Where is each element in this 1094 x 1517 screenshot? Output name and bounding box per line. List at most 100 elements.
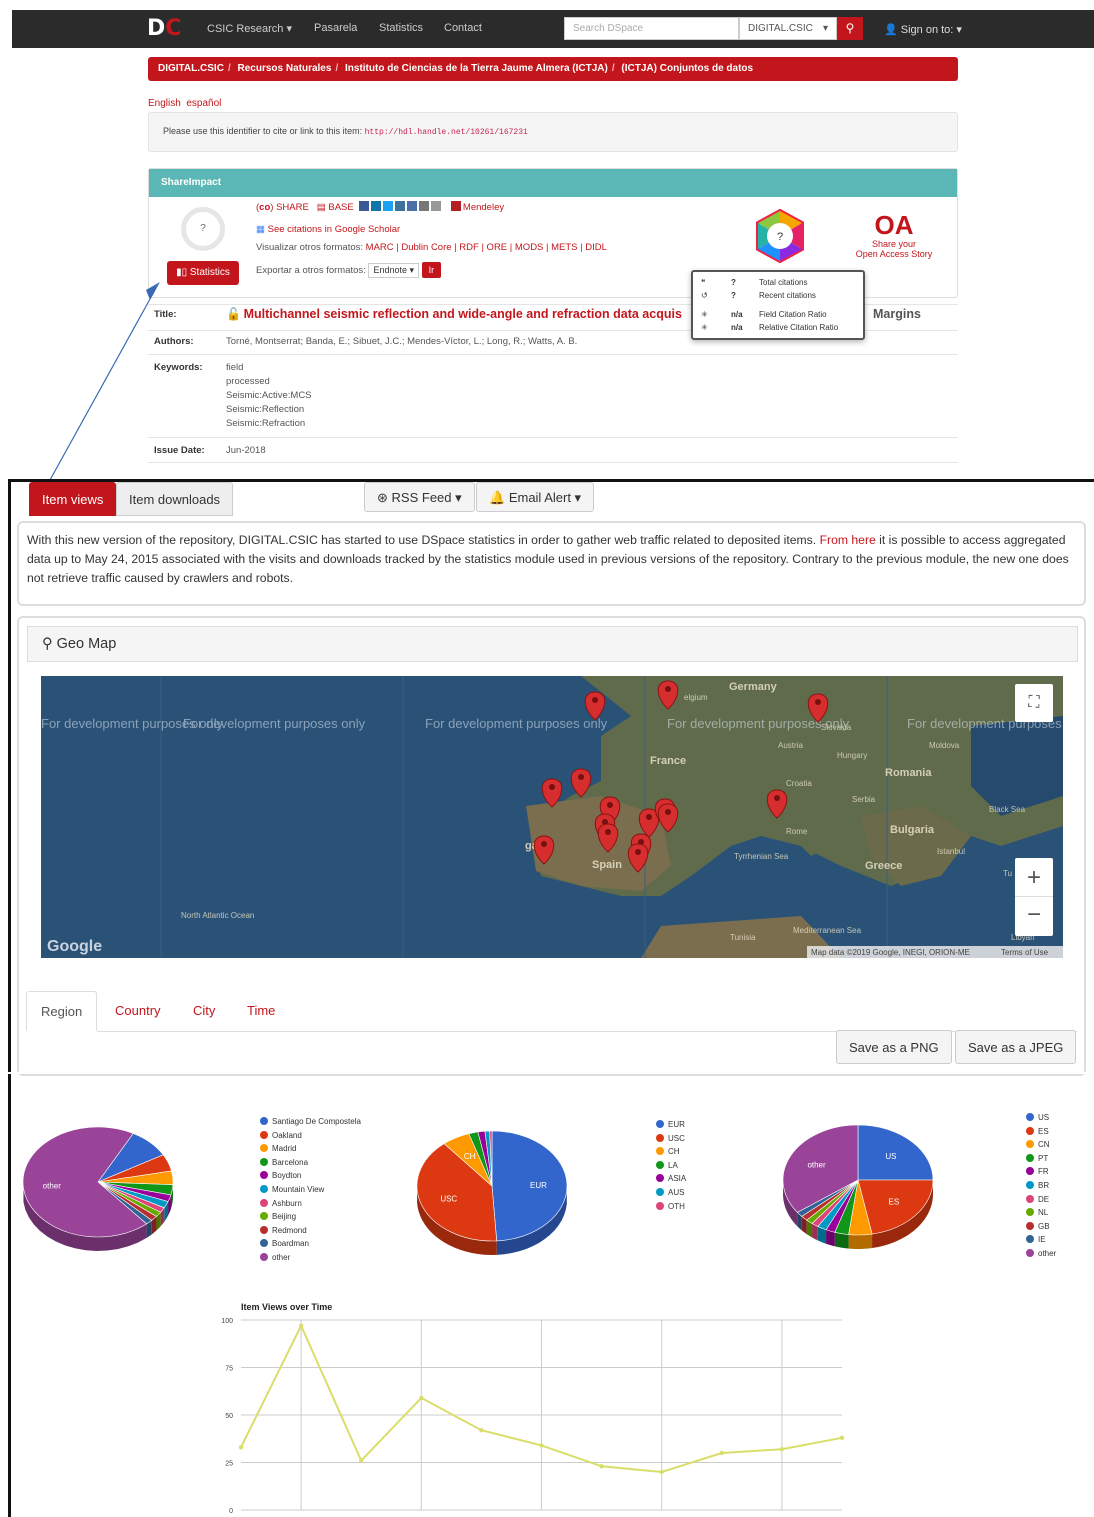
- nav-contact[interactable]: Contact: [444, 22, 482, 34]
- data-point[interactable]: [719, 1450, 724, 1456]
- altmetric-score[interactable]: ?: [181, 207, 225, 251]
- lang-english[interactable]: English: [148, 98, 181, 109]
- legend-item[interactable]: DE: [1026, 1193, 1056, 1207]
- network-icon: ✳: [701, 323, 708, 332]
- share-icon[interactable]: [407, 201, 417, 211]
- search-button[interactable]: ⚲: [837, 17, 863, 40]
- twitter-icon[interactable]: [383, 201, 393, 211]
- email-alert-button[interactable]: 🔔 Email Alert ▾: [476, 482, 595, 512]
- legend-item[interactable]: CN: [1026, 1138, 1056, 1152]
- legend-item[interactable]: Mountain View: [260, 1183, 361, 1197]
- legend-item[interactable]: BR: [1026, 1179, 1056, 1193]
- save-jpeg-button[interactable]: Save as a JPEG: [955, 1030, 1077, 1064]
- data-point[interactable]: [298, 1323, 304, 1328]
- legend-item[interactable]: Redmond: [260, 1224, 361, 1238]
- legend-item[interactable]: Oakland: [260, 1129, 361, 1143]
- data-point[interactable]: [238, 1445, 244, 1450]
- legend-item[interactable]: GB: [1026, 1220, 1056, 1234]
- nav-pasarela[interactable]: Pasarela: [314, 22, 357, 34]
- handle-label: Please use this identifier to cite or li…: [163, 126, 363, 136]
- map-credit: Map data ©2019 Google, INEGI, ORION-ME: [811, 948, 970, 957]
- legend-item[interactable]: LA: [656, 1159, 686, 1173]
- open-access-story[interactable]: OA Share your Open Access Story: [844, 211, 944, 259]
- legend-item[interactable]: other: [1026, 1247, 1056, 1261]
- rss-feed-button[interactable]: ⊛ RSS Feed ▾: [364, 482, 475, 512]
- legend-item[interactable]: EUR: [656, 1118, 686, 1132]
- legend-item[interactable]: AUS: [656, 1186, 686, 1200]
- legend-item[interactable]: NL: [1026, 1206, 1056, 1220]
- legend-item[interactable]: OTH: [656, 1200, 686, 1214]
- annotation-arrow: [49, 282, 160, 481]
- nav-csic-research[interactable]: CSIC Research ▾: [207, 22, 292, 35]
- base-link[interactable]: ▤ BASE: [317, 202, 354, 213]
- search-input[interactable]: Search DSpace: [564, 17, 739, 40]
- fullscreen-icon[interactable]: ⛶: [1015, 684, 1053, 722]
- legend-item[interactable]: other: [260, 1251, 361, 1265]
- subtab-region[interactable]: Region: [26, 991, 97, 1031]
- legend-item[interactable]: Boardman: [260, 1237, 361, 1251]
- data-point[interactable]: [599, 1464, 604, 1469]
- search-scope-select[interactable]: DIGITAL.CSIC ▾: [739, 17, 837, 40]
- item-title[interactable]: Multichannel seismic reflection and wide…: [244, 307, 682, 321]
- share-icon[interactable]: [395, 201, 405, 211]
- share-link[interactable]: (co) SHARE: [256, 202, 309, 213]
- authors-list[interactable]: Torné, Montserrat; Banda, E.; Sibuet, J.…: [226, 336, 577, 347]
- legend-item[interactable]: Ashburn: [260, 1197, 361, 1211]
- formats-links[interactable]: MARC | Dublin Core | RDF | ORE | MODS | …: [366, 242, 607, 253]
- mendeley-link[interactable]: Mendeley: [450, 201, 504, 213]
- tab-item-views[interactable]: Item views: [29, 482, 117, 516]
- country-pie-chart: US ES other: [782, 1124, 934, 1249]
- share-icon[interactable]: [419, 201, 429, 211]
- share-icon[interactable]: [431, 201, 441, 211]
- from-here-link[interactable]: From here: [820, 533, 876, 547]
- legend-item[interactable]: FR: [1026, 1165, 1056, 1179]
- dimensions-badge[interactable]: ?: [753, 209, 807, 263]
- legend-item[interactable]: USC: [656, 1132, 686, 1146]
- export-go-button[interactable]: Ir: [421, 262, 442, 278]
- handle-url[interactable]: http://hdl.handle.net/10261/167231: [365, 128, 528, 137]
- lang-spanish[interactable]: español: [186, 98, 221, 109]
- data-point[interactable]: [839, 1435, 845, 1440]
- tab-item-downloads[interactable]: Item downloads: [116, 482, 234, 516]
- pie-slice-side: [834, 1232, 849, 1249]
- legend-item[interactable]: ES: [1026, 1125, 1056, 1139]
- map-label: Tunisia: [730, 933, 756, 942]
- breadcrumb-item[interactable]: Instituto de Ciencias de la Tierra Jaume…: [345, 63, 608, 74]
- legend-item[interactable]: Boydton: [260, 1169, 361, 1183]
- map-label: Rome: [786, 827, 808, 836]
- export-format-select[interactable]: Endnote ▾: [368, 263, 420, 278]
- breadcrumb-item[interactable]: (ICTJA) Conjuntos de datos: [621, 63, 753, 74]
- data-point[interactable]: [479, 1428, 484, 1433]
- save-png-button[interactable]: Save as a PNG: [836, 1030, 952, 1064]
- google-scholar-link[interactable]: ▦ See citations in Google Scholar: [256, 224, 400, 235]
- legend-item[interactable]: IE: [1026, 1233, 1056, 1247]
- facebook-icon[interactable]: [359, 201, 369, 211]
- legend-item[interactable]: Barcelona: [260, 1156, 361, 1170]
- zoom-out-icon[interactable]: −: [1015, 897, 1053, 936]
- keyword: Seismic:Active:MCS: [226, 390, 312, 401]
- nav-statistics[interactable]: Statistics: [379, 22, 423, 34]
- subtab-country[interactable]: Country: [101, 991, 175, 1031]
- legend-item[interactable]: PT: [1026, 1152, 1056, 1166]
- map-terms-link[interactable]: Terms of Use: [1001, 948, 1049, 957]
- data-point[interactable]: [419, 1395, 424, 1401]
- legend-item[interactable]: ASIA: [656, 1172, 686, 1186]
- digital-csic-logo[interactable]: DC: [147, 16, 181, 41]
- legend-item[interactable]: Santiago De Compostela: [260, 1115, 361, 1129]
- data-point[interactable]: [659, 1469, 664, 1475]
- data-point[interactable]: [779, 1447, 785, 1452]
- breadcrumb-item[interactable]: Recursos Naturales: [238, 63, 332, 74]
- subtab-time[interactable]: Time: [233, 991, 289, 1031]
- geo-map[interactable]: For development purposes only For develo…: [41, 676, 1063, 958]
- breadcrumb-item[interactable]: DIGITAL.CSIC: [158, 63, 224, 74]
- legend-item[interactable]: Madrid: [260, 1142, 361, 1156]
- sign-in-menu[interactable]: 👤 Sign on to: ▾: [884, 23, 962, 36]
- subtab-city[interactable]: City: [179, 991, 229, 1031]
- legend-item[interactable]: Beijing: [260, 1210, 361, 1224]
- data-point[interactable]: [359, 1458, 364, 1463]
- linkedin-icon[interactable]: [371, 201, 381, 211]
- legend-item[interactable]: US: [1026, 1111, 1056, 1125]
- zoom-in-icon[interactable]: +: [1015, 858, 1053, 897]
- data-point[interactable]: [539, 1443, 544, 1448]
- legend-item[interactable]: CH: [656, 1145, 686, 1159]
